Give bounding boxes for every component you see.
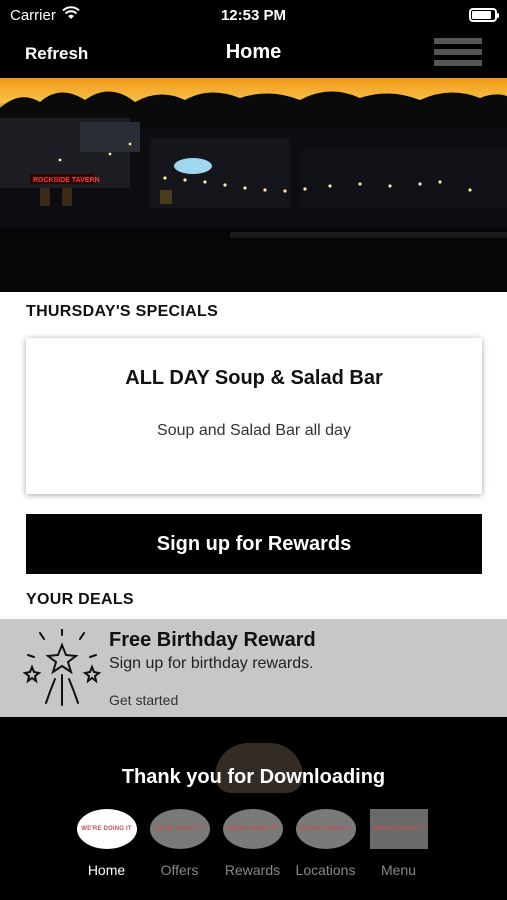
fireworks-icon	[22, 628, 102, 709]
tab-label: Locations	[295, 862, 356, 878]
special-description: Soup and Salad Bar all day	[157, 422, 351, 439]
rewards-logo-icon: WE'RE DOING IT	[222, 809, 283, 849]
battery-icon	[469, 8, 499, 22]
status-bar: Carrier 12:53 PM	[0, 0, 507, 30]
special-card[interactable]: ALL DAY Soup & Salad Bar Soup and Salad …	[26, 338, 482, 494]
page-title: Home	[225, 41, 282, 63]
specials-section-title: THURSDAY'S SPECIALS	[26, 303, 219, 320]
tab-rewards[interactable]: WE'RE DOING IT Rewards	[216, 809, 289, 878]
footer: Thank you for Downloading WE'RE DOING IT…	[0, 717, 507, 900]
tavern-sign: ROCKSIDE TAVERN	[33, 177, 100, 184]
get-started-link[interactable]: Get started	[109, 692, 178, 708]
tab-label: Home	[87, 862, 126, 878]
home-logo-icon: WE'RE DOING IT	[76, 809, 137, 849]
nav-bar: Refresh Home	[0, 30, 507, 78]
tab-locations[interactable]: WE'RE DOING IT Locations	[289, 809, 362, 878]
hamburger-menu-icon[interactable]	[434, 38, 482, 66]
content-area: THURSDAY'S SPECIALS ALL DAY Soup & Salad…	[0, 292, 507, 717]
tab-label: Menu	[380, 862, 417, 878]
deal-item-birthday[interactable]: Free Birthday Reward Sign up for birthda…	[0, 619, 507, 717]
special-title: ALL DAY Soup & Salad Bar	[125, 367, 383, 389]
deals-section-title: YOUR DEALS	[26, 591, 134, 608]
tab-offers[interactable]: WE'RE DOING IT Offers	[143, 809, 216, 878]
offers-logo-icon: WE'RE DOING IT	[149, 809, 210, 849]
locations-logo-icon: WE'RE DOING IT	[295, 809, 356, 849]
tab-menu[interactable]: WE'RE DOING IT Menu	[362, 809, 435, 878]
sign-up-rewards-button[interactable]: Sign up for Rewards	[26, 514, 482, 574]
status-time: 12:53 PM	[220, 6, 287, 24]
deal-subtitle: Sign up for birthday rewards.	[109, 655, 314, 672]
tab-home[interactable]: WE'RE DOING IT Home	[70, 809, 143, 878]
hero-illustration: ROCKSIDE TAVERN	[0, 78, 507, 292]
thank-you-message: Thank you for Downloading	[121, 766, 386, 788]
hero-image: ROCKSIDE TAVERN	[0, 78, 507, 292]
tab-label: Rewards	[224, 862, 281, 878]
menu-logo-icon: WE'RE DOING IT	[369, 809, 428, 849]
tab-label: Offers	[160, 862, 199, 878]
tab-bar: WE'RE DOING IT Home WE'RE DOING IT Offer…	[70, 809, 435, 878]
deal-title: Free Birthday Reward	[109, 629, 316, 651]
